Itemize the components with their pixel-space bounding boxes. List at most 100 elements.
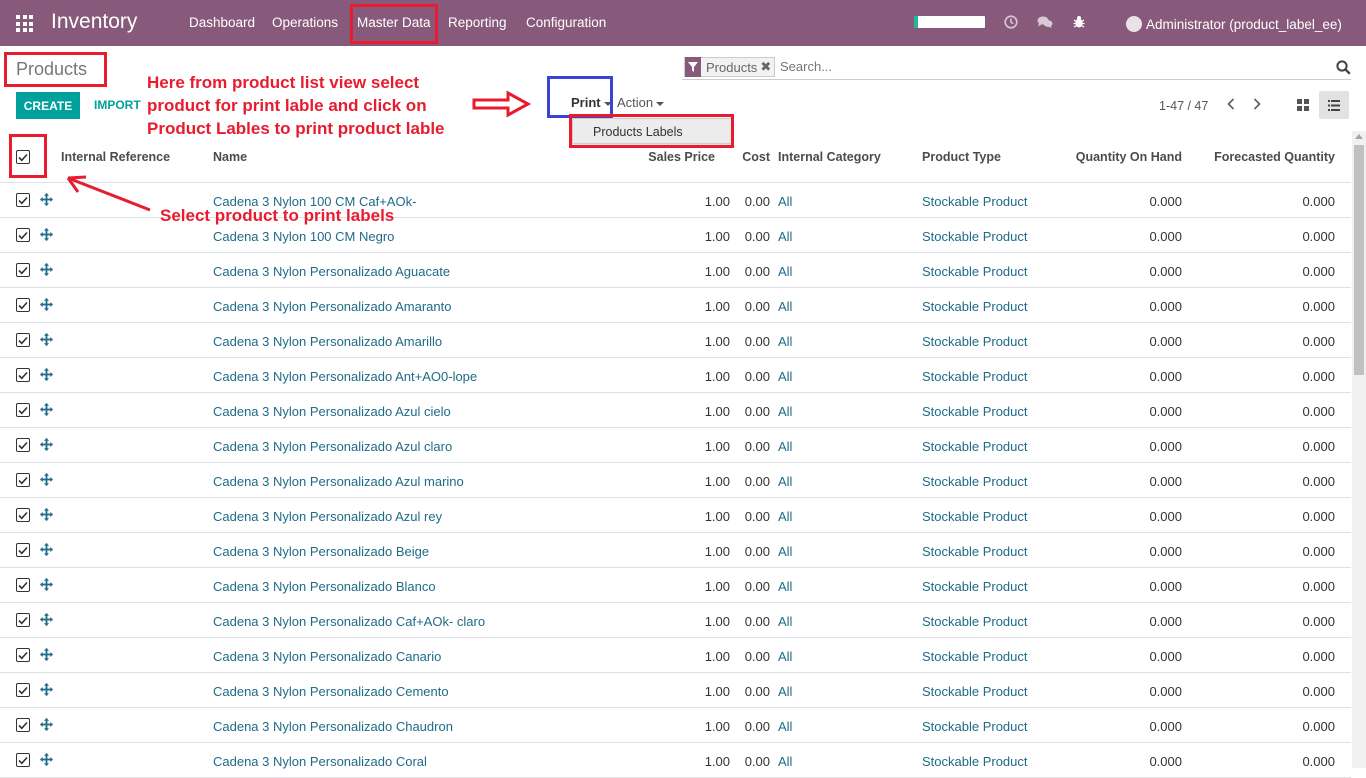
- scroll-up-arrow-icon[interactable]: [1355, 134, 1363, 139]
- table-row[interactable]: Cadena 3 Nylon Personalizado Caf+AOk- cl…: [0, 603, 1351, 638]
- onboarding-progress-bar[interactable]: [914, 16, 985, 28]
- pager-value[interactable]: 1-47 / 47: [1159, 99, 1208, 113]
- facet-remove-icon[interactable]: ✖: [760, 59, 774, 75]
- kanban-view-icon[interactable]: [1288, 91, 1318, 119]
- col-name[interactable]: Name: [213, 150, 247, 164]
- menu-dashboard[interactable]: Dashboard: [189, 15, 255, 30]
- cell-name[interactable]: Cadena 3 Nylon Personalizado Azul marino: [213, 474, 464, 489]
- cell-internal-category[interactable]: All: [778, 439, 792, 454]
- move-arrows-icon[interactable]: [40, 228, 53, 244]
- cell-internal-category[interactable]: All: [778, 579, 792, 594]
- move-arrows-icon[interactable]: [40, 263, 53, 279]
- cell-internal-category[interactable]: All: [778, 684, 792, 699]
- user-menu[interactable]: Administrator (product_label_ee): [1126, 16, 1342, 32]
- magnifier-icon[interactable]: [1336, 60, 1351, 78]
- row-checkbox[interactable]: [16, 473, 30, 487]
- table-row[interactable]: Cadena 3 Nylon Personalizado Chaudron 1.0…: [0, 708, 1351, 743]
- table-row[interactable]: Cadena 3 Nylon Personalizado Cemento 1.00…: [0, 673, 1351, 708]
- move-arrows-icon[interactable]: [40, 543, 53, 559]
- table-row[interactable]: Cadena 3 Nylon Personalizado Aguacate 1.0…: [0, 253, 1351, 288]
- cell-name[interactable]: Cadena 3 Nylon Personalizado Caf+AOk- cl…: [213, 614, 485, 629]
- col-internal-category[interactable]: Internal Category: [778, 150, 881, 164]
- clock-icon[interactable]: [1003, 13, 1019, 31]
- move-arrows-icon[interactable]: [40, 578, 53, 594]
- search-input[interactable]: [780, 59, 1280, 74]
- col-cost[interactable]: Cost: [742, 150, 770, 164]
- menu-operations[interactable]: Operations: [272, 15, 338, 30]
- row-checkbox[interactable]: [16, 438, 30, 452]
- row-checkbox[interactable]: [16, 753, 30, 767]
- table-row[interactable]: Cadena 3 Nylon Personalizado Ant+AO0-lop…: [0, 358, 1351, 393]
- move-arrows-icon[interactable]: [40, 508, 53, 524]
- cell-name[interactable]: Cadena 3 Nylon Personalizado Azul rey: [213, 509, 442, 524]
- cell-name[interactable]: Cadena 3 Nylon Personalizado Beige: [213, 544, 429, 559]
- cell-internal-category[interactable]: All: [778, 614, 792, 629]
- move-arrows-icon[interactable]: [40, 718, 53, 734]
- cell-internal-category[interactable]: All: [778, 229, 792, 244]
- bug-icon[interactable]: [1071, 13, 1087, 31]
- cell-internal-category[interactable]: All: [778, 334, 792, 349]
- table-row[interactable]: Cadena 3 Nylon Personalizado Canario 1.00…: [0, 638, 1351, 673]
- cell-internal-category[interactable]: All: [778, 404, 792, 419]
- row-checkbox[interactable]: [16, 298, 30, 312]
- cell-internal-category[interactable]: All: [778, 474, 792, 489]
- cell-name[interactable]: Cadena 3 Nylon Personalizado Aguacate: [213, 264, 450, 279]
- row-checkbox[interactable]: [16, 543, 30, 557]
- move-arrows-icon[interactable]: [40, 298, 53, 314]
- cell-name[interactable]: Cadena 3 Nylon Personalizado Amarillo: [213, 334, 442, 349]
- row-checkbox[interactable]: [16, 263, 30, 277]
- row-checkbox[interactable]: [16, 193, 30, 207]
- cell-internal-category[interactable]: All: [778, 194, 792, 209]
- cell-name[interactable]: Cadena 3 Nylon Personalizado Azul claro: [213, 439, 452, 454]
- cell-name[interactable]: Cadena 3 Nylon Personalizado Cemento: [213, 684, 449, 699]
- table-row[interactable]: Cadena 3 Nylon Personalizado Azul rey 1.0…: [0, 498, 1351, 533]
- row-checkbox[interactable]: [16, 613, 30, 627]
- col-internal-reference[interactable]: Internal Reference: [61, 150, 170, 164]
- cell-name[interactable]: Cadena 3 Nylon Personalizado Canario: [213, 649, 441, 664]
- action-dropdown[interactable]: Action: [617, 95, 665, 110]
- move-arrows-icon[interactable]: [40, 683, 53, 699]
- row-checkbox[interactable]: [16, 718, 30, 732]
- row-checkbox[interactable]: [16, 403, 30, 417]
- cell-name[interactable]: Cadena 3 Nylon Personalizado Ant+AO0-lop…: [213, 369, 477, 384]
- table-row[interactable]: Cadena 3 Nylon Personalizado Azul claro 1…: [0, 428, 1351, 463]
- cell-name[interactable]: Cadena 3 Nylon 100 CM Negro: [213, 229, 394, 244]
- table-row[interactable]: Cadena 3 Nylon Personalizado Blanco 1.00 0…: [0, 568, 1351, 603]
- table-row[interactable]: Cadena 3 Nylon Personalizado Azul cielo 1…: [0, 393, 1351, 428]
- cell-internal-category[interactable]: All: [778, 264, 792, 279]
- cell-internal-category[interactable]: All: [778, 719, 792, 734]
- cell-name[interactable]: Cadena 3 Nylon Personalizado Amaranto: [213, 299, 451, 314]
- apps-grid-icon[interactable]: [16, 15, 33, 32]
- col-quantity-on-hand[interactable]: Quantity On Hand: [1076, 150, 1182, 164]
- table-row[interactable]: Cadena 3 Nylon Personalizado Amarillo 1.0…: [0, 323, 1351, 358]
- menu-configuration[interactable]: Configuration: [526, 15, 606, 30]
- table-row[interactable]: Cadena 3 Nylon Personalizado Coral 1.00 0.…: [0, 743, 1351, 778]
- table-row[interactable]: Cadena 3 Nylon Personalizado Azul marino…: [0, 463, 1351, 498]
- move-arrows-icon[interactable]: [40, 368, 53, 384]
- row-checkbox[interactable]: [16, 228, 30, 242]
- row-checkbox[interactable]: [16, 508, 30, 522]
- cell-internal-category[interactable]: All: [778, 509, 792, 524]
- col-sales-price[interactable]: Sales Price: [648, 150, 715, 164]
- row-checkbox[interactable]: [16, 333, 30, 347]
- move-arrows-icon[interactable]: [40, 333, 53, 349]
- col-product-type[interactable]: Product Type: [922, 150, 1001, 164]
- table-row[interactable]: Cadena 3 Nylon Personalizado Beige 1.00 0.…: [0, 533, 1351, 568]
- move-arrows-icon[interactable]: [40, 473, 53, 489]
- move-arrows-icon[interactable]: [40, 193, 53, 209]
- cell-name[interactable]: Cadena 3 Nylon Personalizado Coral: [213, 754, 427, 769]
- move-arrows-icon[interactable]: [40, 613, 53, 629]
- row-checkbox[interactable]: [16, 648, 30, 662]
- cell-internal-category[interactable]: All: [778, 754, 792, 769]
- move-arrows-icon[interactable]: [40, 753, 53, 769]
- import-button[interactable]: IMPORT: [94, 98, 141, 112]
- move-arrows-icon[interactable]: [40, 438, 53, 454]
- chat-bubbles-icon[interactable]: [1037, 13, 1053, 31]
- row-checkbox[interactable]: [16, 578, 30, 592]
- cell-internal-category[interactable]: All: [778, 649, 792, 664]
- create-button[interactable]: CREATE: [16, 92, 80, 119]
- row-checkbox[interactable]: [16, 368, 30, 382]
- cell-name[interactable]: Cadena 3 Nylon Personalizado Chaudron: [213, 719, 453, 734]
- list-view-icon[interactable]: [1319, 91, 1349, 119]
- vertical-scrollbar[interactable]: [1352, 131, 1366, 768]
